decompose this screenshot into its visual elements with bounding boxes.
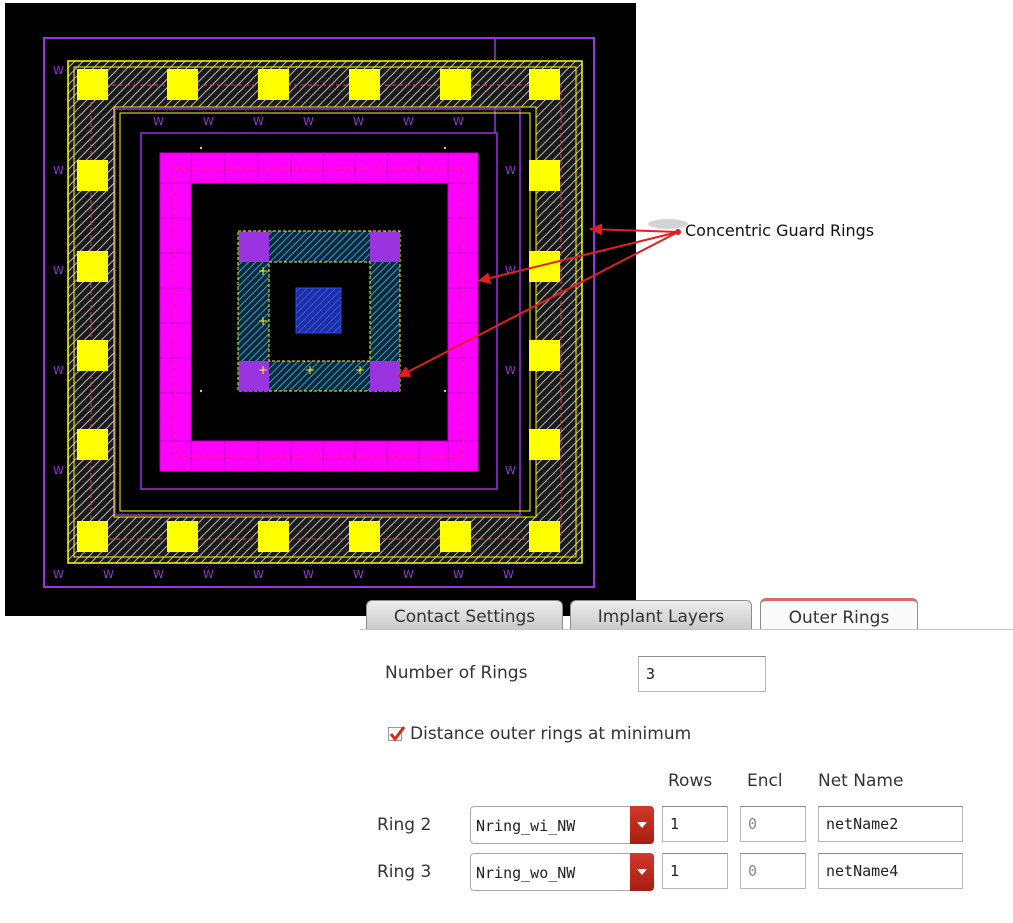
ring-3-label: Ring 3 <box>377 862 432 882</box>
svg-text:W: W <box>303 115 314 128</box>
svg-text:W: W <box>53 164 64 177</box>
ring-2-net-name-field[interactable]: netName2 <box>818 806 963 842</box>
svg-text:W: W <box>153 568 164 581</box>
ring-3-rows-field[interactable]: 1 <box>662 853 728 889</box>
col-header-encl: Encl <box>747 771 783 791</box>
ring-2-type-value: Nring_wi_NW <box>476 817 576 835</box>
ring-2-dropdown-button[interactable] <box>630 806 654 844</box>
layout-canvas: W W W W W W W W W W W W W W W W W W W W W W W W W W +++ + + <box>5 3 636 616</box>
number-of-rings-field[interactable]: 3 <box>638 656 766 692</box>
svg-text:W: W <box>353 568 364 581</box>
svg-text:W: W <box>53 568 64 581</box>
svg-text:+: + <box>258 363 268 377</box>
svg-text:W: W <box>53 364 64 377</box>
chevron-down-icon <box>637 822 647 828</box>
svg-text:+: + <box>258 314 268 328</box>
svg-text:+: + <box>305 363 315 377</box>
svg-text:W: W <box>503 568 514 581</box>
ring-2-rows-field[interactable]: 1 <box>662 806 728 842</box>
svg-text:W: W <box>153 115 164 128</box>
tab-outer-rings[interactable]: Outer Rings <box>760 598 918 630</box>
svg-text:W: W <box>505 264 516 277</box>
svg-text:W: W <box>453 568 464 581</box>
svg-text:+: + <box>355 363 365 377</box>
ring-3-type-value: Nring_wo_NW <box>476 864 576 882</box>
distance-min-checkbox[interactable] <box>388 726 406 742</box>
ring-2-type-select[interactable]: Nring_wi_NW <box>470 806 654 844</box>
svg-text:W: W <box>505 164 516 177</box>
svg-text:W: W <box>253 115 264 128</box>
tab-contact-settings[interactable]: Contact Settings <box>366 600 563 630</box>
ring-2-encl-field[interactable]: 0 <box>740 806 806 842</box>
svg-text:W: W <box>403 568 414 581</box>
col-header-net-name: Net Name <box>818 771 904 791</box>
ring-3-dropdown-button[interactable] <box>630 853 654 891</box>
svg-text:+: + <box>258 264 268 278</box>
tab-strip-divider <box>360 629 1013 630</box>
svg-text:W: W <box>505 464 516 477</box>
ring-2-label: Ring 2 <box>377 815 432 835</box>
ring-3-encl-field[interactable]: 0 <box>740 853 806 889</box>
annotation-shadow <box>648 219 688 229</box>
checkmark-icon <box>389 726 406 742</box>
tab-implant-layers[interactable]: Implant Layers <box>570 600 752 630</box>
svg-text:W: W <box>203 568 214 581</box>
center-device <box>295 287 342 334</box>
number-of-rings-label: Number of Rings <box>385 663 528 683</box>
svg-text:W: W <box>103 568 114 581</box>
col-header-rows: Rows <box>668 771 713 791</box>
distance-min-label: Distance outer rings at minimum <box>410 724 692 744</box>
svg-text:W: W <box>53 64 64 77</box>
ring-3-net-name-field[interactable]: netName4 <box>818 853 963 889</box>
svg-text:W: W <box>403 115 414 128</box>
svg-text:W: W <box>303 568 314 581</box>
svg-text:W: W <box>53 264 64 277</box>
svg-text:W: W <box>453 115 464 128</box>
svg-text:W: W <box>253 568 264 581</box>
svg-text:W: W <box>203 115 214 128</box>
chevron-down-icon <box>637 869 647 875</box>
ring-3-type-select[interactable]: Nring_wo_NW <box>470 853 654 891</box>
svg-text:W: W <box>505 364 516 377</box>
svg-text:W: W <box>353 115 364 128</box>
svg-text:W: W <box>53 464 64 477</box>
annotation-label: Concentric Guard Rings <box>685 221 875 240</box>
